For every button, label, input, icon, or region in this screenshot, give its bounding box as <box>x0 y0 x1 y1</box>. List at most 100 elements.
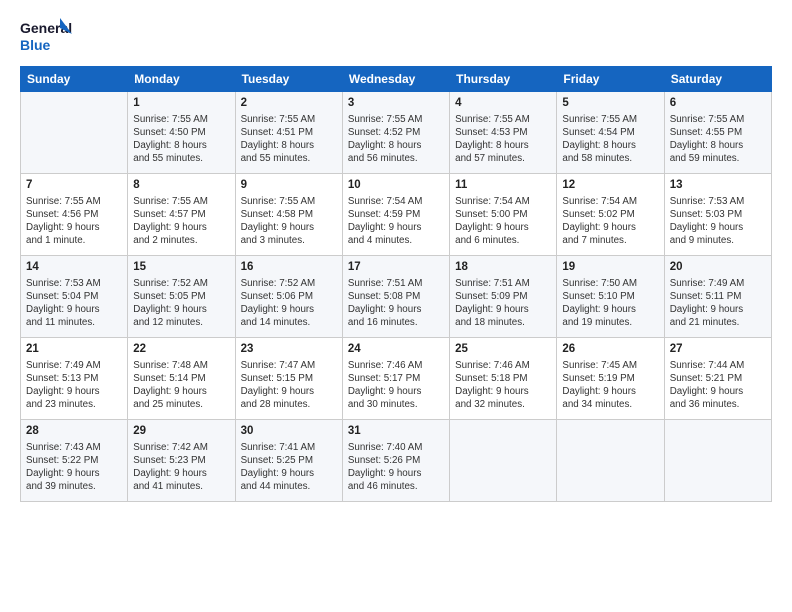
calendar-cell: 2Sunrise: 7:55 AM Sunset: 4:51 PM Daylig… <box>235 92 342 174</box>
day-number: 28 <box>26 424 122 440</box>
day-info: Sunrise: 7:55 AM Sunset: 4:56 PM Dayligh… <box>26 195 122 248</box>
day-number: 15 <box>133 260 229 276</box>
day-number: 27 <box>670 342 766 358</box>
day-info: Sunrise: 7:41 AM Sunset: 5:25 PM Dayligh… <box>241 441 337 494</box>
calendar-cell: 13Sunrise: 7:53 AM Sunset: 5:03 PM Dayli… <box>664 174 771 256</box>
day-number: 14 <box>26 260 122 276</box>
day-info: Sunrise: 7:49 AM Sunset: 5:11 PM Dayligh… <box>670 277 766 330</box>
day-number: 9 <box>241 178 337 194</box>
calendar-cell: 26Sunrise: 7:45 AM Sunset: 5:19 PM Dayli… <box>557 338 664 420</box>
day-number: 21 <box>26 342 122 358</box>
week-row-2: 14Sunrise: 7:53 AM Sunset: 5:04 PM Dayli… <box>21 256 772 338</box>
day-info: Sunrise: 7:55 AM Sunset: 4:53 PM Dayligh… <box>455 113 551 166</box>
day-number: 4 <box>455 96 551 112</box>
day-number: 24 <box>348 342 444 358</box>
day-info: Sunrise: 7:55 AM Sunset: 4:54 PM Dayligh… <box>562 113 658 166</box>
logo-svg: GeneralBlue <box>20 16 72 56</box>
weekday-header-wednesday: Wednesday <box>342 67 449 92</box>
day-info: Sunrise: 7:52 AM Sunset: 5:06 PM Dayligh… <box>241 277 337 330</box>
day-number: 16 <box>241 260 337 276</box>
weekday-header-saturday: Saturday <box>664 67 771 92</box>
day-number: 18 <box>455 260 551 276</box>
day-number: 3 <box>348 96 444 112</box>
day-info: Sunrise: 7:43 AM Sunset: 5:22 PM Dayligh… <box>26 441 122 494</box>
day-number: 25 <box>455 342 551 358</box>
day-info: Sunrise: 7:55 AM Sunset: 4:57 PM Dayligh… <box>133 195 229 248</box>
calendar-cell: 29Sunrise: 7:42 AM Sunset: 5:23 PM Dayli… <box>128 420 235 502</box>
calendar-cell: 19Sunrise: 7:50 AM Sunset: 5:10 PM Dayli… <box>557 256 664 338</box>
day-info: Sunrise: 7:54 AM Sunset: 5:00 PM Dayligh… <box>455 195 551 248</box>
calendar-cell: 16Sunrise: 7:52 AM Sunset: 5:06 PM Dayli… <box>235 256 342 338</box>
week-row-4: 28Sunrise: 7:43 AM Sunset: 5:22 PM Dayli… <box>21 420 772 502</box>
day-info: Sunrise: 7:45 AM Sunset: 5:19 PM Dayligh… <box>562 359 658 412</box>
calendar-cell: 24Sunrise: 7:46 AM Sunset: 5:17 PM Dayli… <box>342 338 449 420</box>
weekday-header-friday: Friday <box>557 67 664 92</box>
calendar-cell: 30Sunrise: 7:41 AM Sunset: 5:25 PM Dayli… <box>235 420 342 502</box>
day-number: 23 <box>241 342 337 358</box>
calendar-cell: 4Sunrise: 7:55 AM Sunset: 4:53 PM Daylig… <box>450 92 557 174</box>
day-number: 2 <box>241 96 337 112</box>
week-row-3: 21Sunrise: 7:49 AM Sunset: 5:13 PM Dayli… <box>21 338 772 420</box>
calendar-cell: 1Sunrise: 7:55 AM Sunset: 4:50 PM Daylig… <box>128 92 235 174</box>
day-info: Sunrise: 7:40 AM Sunset: 5:26 PM Dayligh… <box>348 441 444 494</box>
header: GeneralBlue <box>20 16 772 56</box>
day-number: 1 <box>133 96 229 112</box>
day-number: 30 <box>241 424 337 440</box>
day-info: Sunrise: 7:46 AM Sunset: 5:18 PM Dayligh… <box>455 359 551 412</box>
calendar-cell: 23Sunrise: 7:47 AM Sunset: 5:15 PM Dayli… <box>235 338 342 420</box>
calendar-cell: 9Sunrise: 7:55 AM Sunset: 4:58 PM Daylig… <box>235 174 342 256</box>
weekday-header-sunday: Sunday <box>21 67 128 92</box>
day-number: 13 <box>670 178 766 194</box>
day-number: 20 <box>670 260 766 276</box>
weekday-header-row: SundayMondayTuesdayWednesdayThursdayFrid… <box>21 67 772 92</box>
calendar-cell: 6Sunrise: 7:55 AM Sunset: 4:55 PM Daylig… <box>664 92 771 174</box>
day-number: 11 <box>455 178 551 194</box>
day-number: 7 <box>26 178 122 194</box>
logo: GeneralBlue <box>20 16 72 56</box>
day-number: 10 <box>348 178 444 194</box>
day-info: Sunrise: 7:44 AM Sunset: 5:21 PM Dayligh… <box>670 359 766 412</box>
calendar-cell: 11Sunrise: 7:54 AM Sunset: 5:00 PM Dayli… <box>450 174 557 256</box>
day-info: Sunrise: 7:55 AM Sunset: 4:55 PM Dayligh… <box>670 113 766 166</box>
day-info: Sunrise: 7:53 AM Sunset: 5:04 PM Dayligh… <box>26 277 122 330</box>
calendar-cell <box>664 420 771 502</box>
day-info: Sunrise: 7:48 AM Sunset: 5:14 PM Dayligh… <box>133 359 229 412</box>
day-info: Sunrise: 7:55 AM Sunset: 4:50 PM Dayligh… <box>133 113 229 166</box>
day-info: Sunrise: 7:46 AM Sunset: 5:17 PM Dayligh… <box>348 359 444 412</box>
calendar-cell: 3Sunrise: 7:55 AM Sunset: 4:52 PM Daylig… <box>342 92 449 174</box>
calendar-cell: 28Sunrise: 7:43 AM Sunset: 5:22 PM Dayli… <box>21 420 128 502</box>
calendar-cell: 5Sunrise: 7:55 AM Sunset: 4:54 PM Daylig… <box>557 92 664 174</box>
calendar-cell <box>557 420 664 502</box>
calendar-cell: 25Sunrise: 7:46 AM Sunset: 5:18 PM Dayli… <box>450 338 557 420</box>
day-number: 8 <box>133 178 229 194</box>
day-info: Sunrise: 7:51 AM Sunset: 5:08 PM Dayligh… <box>348 277 444 330</box>
day-number: 5 <box>562 96 658 112</box>
svg-text:Blue: Blue <box>20 37 51 53</box>
day-info: Sunrise: 7:51 AM Sunset: 5:09 PM Dayligh… <box>455 277 551 330</box>
day-info: Sunrise: 7:47 AM Sunset: 5:15 PM Dayligh… <box>241 359 337 412</box>
calendar-page: GeneralBlue SundayMondayTuesdayWednesday… <box>0 0 792 612</box>
day-number: 22 <box>133 342 229 358</box>
calendar-cell: 18Sunrise: 7:51 AM Sunset: 5:09 PM Dayli… <box>450 256 557 338</box>
day-number: 19 <box>562 260 658 276</box>
week-row-0: 1Sunrise: 7:55 AM Sunset: 4:50 PM Daylig… <box>21 92 772 174</box>
calendar-cell: 14Sunrise: 7:53 AM Sunset: 5:04 PM Dayli… <box>21 256 128 338</box>
week-row-1: 7Sunrise: 7:55 AM Sunset: 4:56 PM Daylig… <box>21 174 772 256</box>
calendar-cell: 27Sunrise: 7:44 AM Sunset: 5:21 PM Dayli… <box>664 338 771 420</box>
calendar-cell: 10Sunrise: 7:54 AM Sunset: 4:59 PM Dayli… <box>342 174 449 256</box>
day-info: Sunrise: 7:53 AM Sunset: 5:03 PM Dayligh… <box>670 195 766 248</box>
calendar-cell <box>21 92 128 174</box>
day-number: 17 <box>348 260 444 276</box>
calendar-cell: 15Sunrise: 7:52 AM Sunset: 5:05 PM Dayli… <box>128 256 235 338</box>
day-info: Sunrise: 7:55 AM Sunset: 4:52 PM Dayligh… <box>348 113 444 166</box>
day-info: Sunrise: 7:54 AM Sunset: 4:59 PM Dayligh… <box>348 195 444 248</box>
calendar-table: SundayMondayTuesdayWednesdayThursdayFrid… <box>20 66 772 502</box>
weekday-header-tuesday: Tuesday <box>235 67 342 92</box>
weekday-header-thursday: Thursday <box>450 67 557 92</box>
day-info: Sunrise: 7:50 AM Sunset: 5:10 PM Dayligh… <box>562 277 658 330</box>
calendar-cell: 31Sunrise: 7:40 AM Sunset: 5:26 PM Dayli… <box>342 420 449 502</box>
day-number: 12 <box>562 178 658 194</box>
calendar-cell: 12Sunrise: 7:54 AM Sunset: 5:02 PM Dayli… <box>557 174 664 256</box>
calendar-cell: 8Sunrise: 7:55 AM Sunset: 4:57 PM Daylig… <box>128 174 235 256</box>
day-number: 29 <box>133 424 229 440</box>
